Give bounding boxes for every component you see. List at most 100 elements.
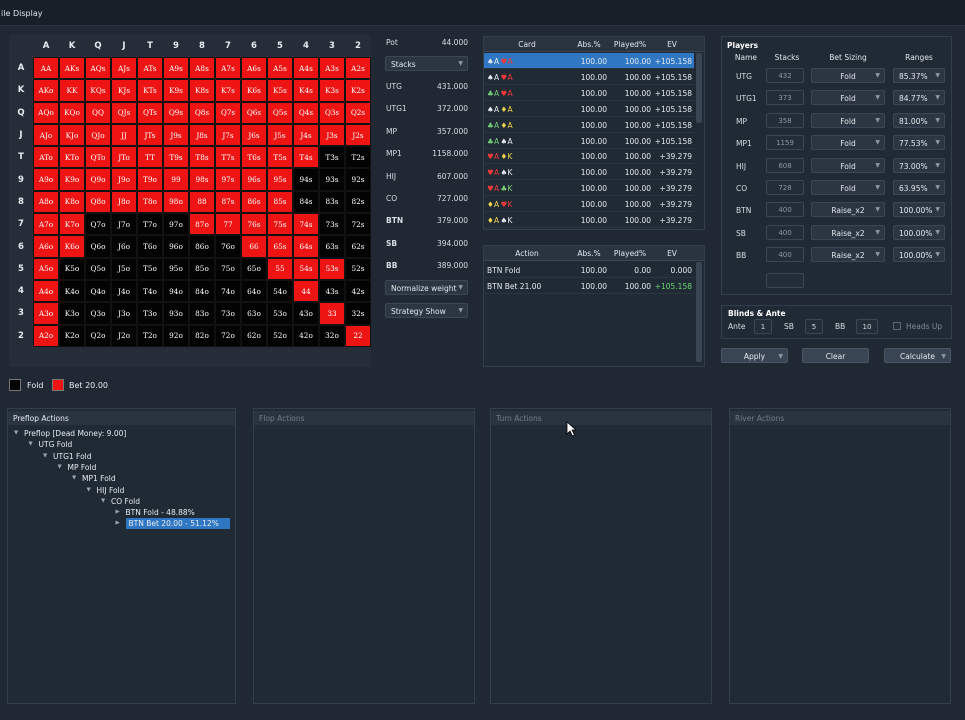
hand-cell[interactable]: Q9o [85, 168, 111, 191]
hand-cell[interactable]: K3o [59, 302, 85, 325]
hand-cell[interactable]: 94o [163, 279, 189, 303]
hand-cell[interactable]: 76s [241, 213, 267, 236]
hand-cell[interactable]: J9o [111, 168, 137, 191]
hand-cell[interactable]: 97s [215, 168, 241, 191]
hand-cell[interactable]: A2s [345, 57, 371, 80]
hand-cell[interactable]: AQo [33, 101, 59, 124]
bet-sizing-dropdown[interactable]: Fold ▼ [811, 135, 885, 151]
hand-cell[interactable]: T8s [189, 146, 215, 169]
hand-cell[interactable]: 98o [163, 190, 189, 214]
hand-cell[interactable]: 77 [215, 213, 241, 236]
hand-cell[interactable]: 64o [241, 279, 267, 303]
range-dropdown[interactable]: 77.53% ▼ [893, 135, 945, 151]
hand-cell[interactable]: 86s [241, 190, 267, 214]
hand-cell[interactable]: 73s [319, 213, 345, 236]
tree-node[interactable]: UTG1 Fold [53, 452, 92, 461]
hand-cell[interactable]: 62s [345, 235, 371, 258]
player-stack-input[interactable]: 400 [766, 247, 804, 263]
hand-cell[interactable]: T9o [137, 168, 163, 191]
hand-cell[interactable]: K9o [59, 168, 85, 191]
hand-cell[interactable]: J8s [189, 123, 215, 147]
hand-cell[interactable]: T4o [137, 279, 163, 303]
hand-cell[interactable]: AA [33, 57, 59, 80]
hand-cell[interactable]: 95o [163, 257, 189, 280]
collapse-arrow-icon[interactable]: ▼ [14, 430, 18, 436]
bet-sizing-dropdown[interactable]: Raise_x2 ▼ [811, 224, 885, 240]
hand-cell[interactable]: T7o [137, 213, 163, 236]
tree-node[interactable]: BTN Bet 20.00 - 51.12% [125, 518, 230, 530]
hand-cell[interactable]: JJ [111, 123, 137, 147]
menu-display[interactable]: Display [13, 9, 43, 18]
hand-cell[interactable]: 75s [267, 213, 293, 236]
collapse-arrow-icon[interactable]: ▼ [87, 487, 91, 493]
hand-cell[interactable]: 63o [241, 302, 267, 325]
col-abs[interactable]: Abs.% [570, 249, 608, 258]
hand-cell[interactable]: J2o [111, 324, 137, 347]
hand-cell[interactable]: JTs [137, 123, 163, 147]
bb-input[interactable]: 10 [856, 319, 878, 334]
hand-cell[interactable]: QTs [137, 101, 163, 124]
hand-cell[interactable]: T3s [319, 146, 345, 169]
range-dropdown[interactable]: 73.00% ▼ [893, 157, 945, 173]
hand-cell[interactable]: KQs [85, 79, 111, 102]
tree-node[interactable]: MP Fold [68, 463, 97, 472]
hand-cell[interactable]: Q2s [345, 101, 371, 124]
hand-cell[interactable]: J9s [163, 123, 189, 147]
hand-cell[interactable]: 65s [267, 235, 293, 258]
hand-cell[interactable]: K2s [345, 79, 371, 102]
range-dropdown[interactable]: 85.37% ▼ [893, 68, 945, 83]
hand-cell[interactable]: K2o [59, 324, 85, 347]
hand-cell[interactable]: 32s [345, 302, 371, 325]
hand-cell[interactable]: J2s [345, 123, 371, 147]
col-ev[interactable]: EV [652, 40, 692, 49]
card-row[interactable]: ♠A♥A 100.00 100.00 +105.158 [484, 69, 694, 85]
stacks-dropdown[interactable]: Stacks ▼ [385, 56, 468, 71]
hand-cell[interactable]: 94s [293, 168, 319, 191]
hand-cell[interactable]: A7s [215, 57, 241, 80]
col-abs[interactable]: Abs.% [570, 40, 608, 49]
collapse-arrow-icon[interactable]: ▼ [29, 441, 33, 447]
hand-cell[interactable]: 84s [293, 190, 319, 214]
action-row[interactable]: BTN Fold 100.00 0.00 0.000 [484, 262, 694, 278]
expand-arrow-icon[interactable]: ▶ [116, 520, 120, 526]
hand-cell[interactable]: A6o [33, 235, 59, 258]
hand-cell[interactable]: Q3s [319, 101, 345, 124]
normalize-weight-dropdown[interactable]: Normalize weight ▼ [385, 280, 468, 295]
hand-cell[interactable]: 87s [215, 190, 241, 214]
hand-cell[interactable]: J7o [111, 213, 137, 236]
hand-cell[interactable]: AJs [111, 57, 137, 80]
col-card[interactable]: Card [484, 40, 570, 49]
hand-cell[interactable]: 53o [267, 302, 293, 325]
hand-cell[interactable]: 62o [241, 324, 267, 347]
hand-cell[interactable]: J6o [111, 235, 137, 258]
hand-cell[interactable]: 55 [267, 257, 293, 280]
hand-cell[interactable]: JTo [111, 146, 137, 169]
hand-cell[interactable]: 98s [189, 168, 215, 191]
hand-cell[interactable]: A4o [33, 279, 59, 303]
hand-cell[interactable]: KK [59, 79, 85, 102]
collapse-arrow-icon[interactable]: ▼ [43, 453, 47, 459]
bet-sizing-dropdown[interactable]: Fold ▼ [811, 112, 885, 128]
hand-cell[interactable]: T2s [345, 146, 371, 169]
player-stack-input[interactable]: 432 [766, 68, 804, 83]
range-dropdown[interactable]: 100.00% ▼ [893, 247, 945, 263]
bet-sizing-dropdown[interactable]: Raise_x2 ▼ [811, 247, 885, 263]
hand-cell[interactable]: 43o [293, 302, 319, 325]
hand-cell[interactable]: QJo [85, 123, 111, 147]
hand-cell[interactable]: 96s [241, 168, 267, 191]
player-stack-input[interactable]: 400 [766, 202, 804, 218]
hand-cell[interactable]: A3o [33, 302, 59, 325]
hand-cell[interactable]: A5s [267, 57, 293, 80]
hand-cell[interactable]: 97o [163, 213, 189, 236]
tree-node[interactable]: CO Fold [111, 497, 140, 506]
hand-cell[interactable]: 73o [215, 302, 241, 325]
hand-cell[interactable]: 83s [319, 190, 345, 214]
hand-cell[interactable]: 82o [189, 324, 215, 347]
hand-cell[interactable]: AKo [33, 79, 59, 102]
player-stack-input[interactable]: 728 [766, 180, 804, 195]
card-row[interactable]: ♠A♦A 100.00 100.00 +105.158 [484, 101, 694, 117]
bet-sizing-dropdown[interactable]: Fold ▼ [811, 90, 885, 106]
ante-input[interactable]: 1 [754, 319, 772, 334]
hand-cell[interactable]: 74s [293, 213, 319, 236]
hand-cell[interactable]: 66 [241, 235, 267, 258]
